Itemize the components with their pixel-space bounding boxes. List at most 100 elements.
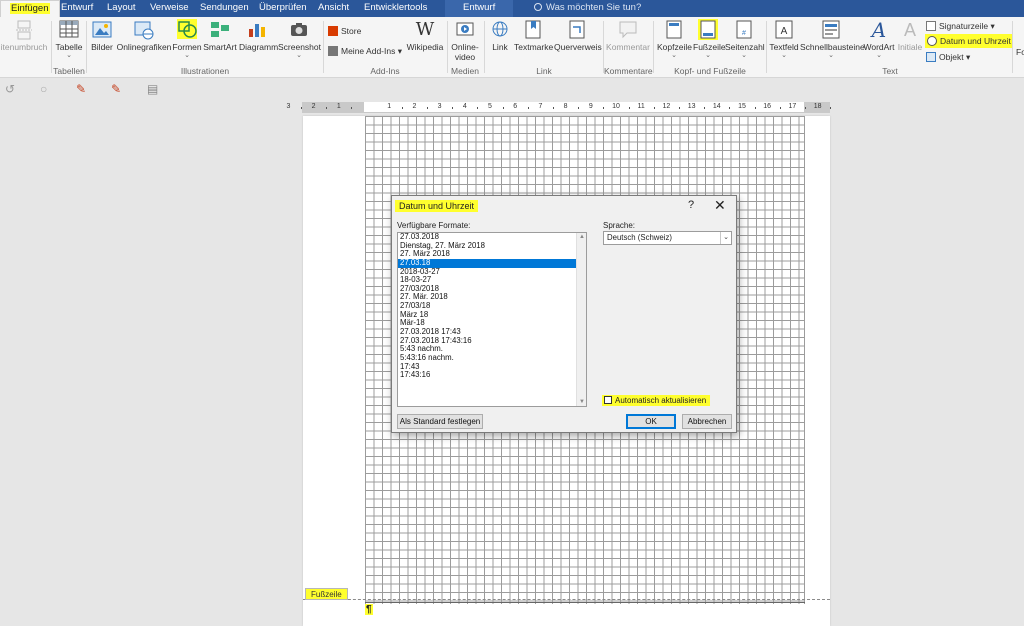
tab-entwurf[interactable]: Entwurf xyxy=(61,0,93,17)
horizontal-ruler[interactable]: 3 2 1 1 2 3 4 5 6 7 8 9 10 11 12 13 14 15 16 17 18 xyxy=(286,102,832,113)
ruler-tick xyxy=(603,107,605,109)
video-icon xyxy=(455,19,475,41)
chevron-down-icon: ⌄ xyxy=(66,52,72,59)
smartart-button[interactable]: SmartArt xyxy=(203,19,237,52)
object-label: Objekt xyxy=(939,52,964,62)
camera-icon xyxy=(289,19,309,41)
circle-icon[interactable]: ○ xyxy=(40,82,47,96)
tab-entwicklertools[interactable]: Entwicklertools xyxy=(364,0,427,17)
quick-parts-button[interactable]: Schnellbausteine ⌄ xyxy=(800,19,865,59)
comment-button[interactable]: Kommentar xyxy=(606,19,650,52)
eraser-icon[interactable]: ✎ xyxy=(76,82,86,96)
ruler-number: 10 xyxy=(612,103,620,110)
tab-ansicht[interactable]: Ansicht xyxy=(318,0,349,17)
tab-layout[interactable]: Layout xyxy=(107,0,136,17)
clock-icon xyxy=(927,36,937,46)
my-addins-button[interactable]: Meine Add-Ins ▾ xyxy=(328,45,402,57)
wikipedia-button[interactable]: W Wikipedia xyxy=(405,19,445,52)
ruler-tick xyxy=(754,107,756,109)
ruler-tick xyxy=(704,107,706,109)
pictures-button[interactable]: Bilder xyxy=(90,19,114,52)
format-option[interactable]: 17:43:16 xyxy=(398,371,577,380)
ruler-number: 13 xyxy=(687,103,696,110)
footer-tag: Fußzeile xyxy=(305,588,348,600)
auto-update-checkbox[interactable]: Automatisch aktualisieren xyxy=(602,395,711,406)
ruler-tick xyxy=(578,107,580,109)
drop-cap-button[interactable]: A Initiale xyxy=(897,19,923,52)
chevron-down-icon[interactable]: ⌄ xyxy=(720,232,731,244)
shapes-button[interactable]: Formen ⌄ xyxy=(172,19,202,59)
store-button[interactable]: Store xyxy=(328,25,361,37)
link-button[interactable]: Link xyxy=(488,19,512,52)
checkbox-box[interactable] xyxy=(604,396,612,404)
tab-sendungen[interactable]: Sendungen xyxy=(200,0,249,17)
signature-line-label: Signaturzeile xyxy=(939,21,989,31)
object-button[interactable]: Objekt ▾ xyxy=(926,51,970,63)
ruler-tick xyxy=(477,107,479,109)
close-button[interactable]: ✕ xyxy=(714,197,726,213)
page-break-button[interactable]: itenumbruch xyxy=(0,19,50,52)
ruler-number: 4 xyxy=(462,103,467,110)
cancel-button[interactable]: Abbrechen xyxy=(682,414,732,429)
online-video-button[interactable]: Online- video xyxy=(450,19,480,62)
scroll-down-icon[interactable]: ▼ xyxy=(578,399,586,405)
page-break-label: itenumbruch xyxy=(0,42,48,52)
ruler-number: 8 xyxy=(563,103,568,110)
scroll-up-icon[interactable]: ▲ xyxy=(578,234,586,240)
ok-button[interactable]: OK xyxy=(626,414,676,429)
tab-ueberpruefen[interactable]: Überprüfen xyxy=(259,0,307,17)
group-label-kommentare: Kommentare xyxy=(604,66,653,76)
listbox-scrollbar[interactable]: ▲ ▼ xyxy=(576,233,586,406)
online-picture-icon xyxy=(134,19,154,41)
smartart-icon xyxy=(210,19,230,41)
wikipedia-icon: W xyxy=(415,19,435,40)
formats-listbox[interactable]: 27.03.2018 Dienstag, 27. März 2018 27. Mär… xyxy=(397,232,587,407)
overflow-button[interactable]: Fo xyxy=(1015,47,1024,57)
help-button[interactable]: ? xyxy=(688,199,694,211)
table-button[interactable]: Tabelle ⌄ xyxy=(54,19,84,59)
lightbulb-icon xyxy=(534,3,542,11)
tell-me-search[interactable]: Was möchten Sie tun? xyxy=(534,0,641,17)
drop-cap-icon: A xyxy=(903,20,916,40)
bookmark-button[interactable]: Textmarke xyxy=(514,19,553,52)
tab-verweise[interactable]: Verweise xyxy=(150,0,189,17)
paragraph-mark[interactable]: ¶ xyxy=(365,604,373,615)
undo-icon[interactable]: ↺ xyxy=(5,82,15,96)
page-number-button[interactable]: # Seitenzahl ⌄ xyxy=(725,19,765,59)
form-icon[interactable]: ▤ xyxy=(147,82,158,96)
ruler-tick xyxy=(779,107,781,109)
footer-button[interactable]: Fußzeile ⌄ xyxy=(693,19,726,59)
ruler-tick xyxy=(628,107,630,109)
tab-kopfzeilen-entwurf[interactable]: Entwurf xyxy=(445,0,514,17)
ruler-number: 17 xyxy=(788,103,797,110)
chevron-down-icon: ▾ xyxy=(397,46,402,56)
format-option[interactable]: 5:43:16 nachm. xyxy=(398,353,577,363)
close-icon: ✕ xyxy=(714,197,726,213)
signature-line-button[interactable]: Signaturzeile ▾ xyxy=(926,20,995,32)
textbox-button[interactable]: A Textfeld ⌄ xyxy=(769,19,799,59)
wordart-button[interactable]: A WordArt ⌄ xyxy=(863,19,895,59)
ruler-number: 16 xyxy=(763,103,772,110)
set-default-button[interactable]: Als Standard festlegen xyxy=(397,414,483,429)
ruler-number: 7 xyxy=(538,103,543,110)
drop-cap-label: Initiale xyxy=(897,42,923,52)
link-icon xyxy=(490,19,510,41)
tab-einfuegen[interactable]: Einfügen xyxy=(0,0,60,17)
cross-reference-button[interactable]: Querverweis xyxy=(554,19,602,52)
footer-rule xyxy=(365,602,805,603)
group-label-addins: Add-Ins xyxy=(370,66,400,76)
chart-button[interactable]: Diagramm xyxy=(239,19,278,52)
pen-icon[interactable]: ✎ xyxy=(111,82,121,96)
language-value: Deutsch (Schweiz) xyxy=(607,233,672,242)
comment-label: Kommentar xyxy=(606,42,650,52)
language-select[interactable]: Deutsch (Schweiz) ⌄ xyxy=(603,231,732,245)
table-icon xyxy=(59,19,79,41)
date-time-button[interactable]: Datum und Uhrzeit xyxy=(925,34,1013,48)
header-button[interactable]: Kopfzeile ⌄ xyxy=(657,19,692,59)
ruler-tick xyxy=(301,107,303,109)
ribbon-separator xyxy=(653,21,654,73)
dialog-title: Datum und Uhrzeit xyxy=(395,200,479,212)
format-option[interactable]: März 18 xyxy=(398,310,577,320)
screenshot-button[interactable]: Screenshot ⌄ xyxy=(278,19,321,59)
online-pictures-button[interactable]: Onlinegrafiken xyxy=(116,19,172,52)
